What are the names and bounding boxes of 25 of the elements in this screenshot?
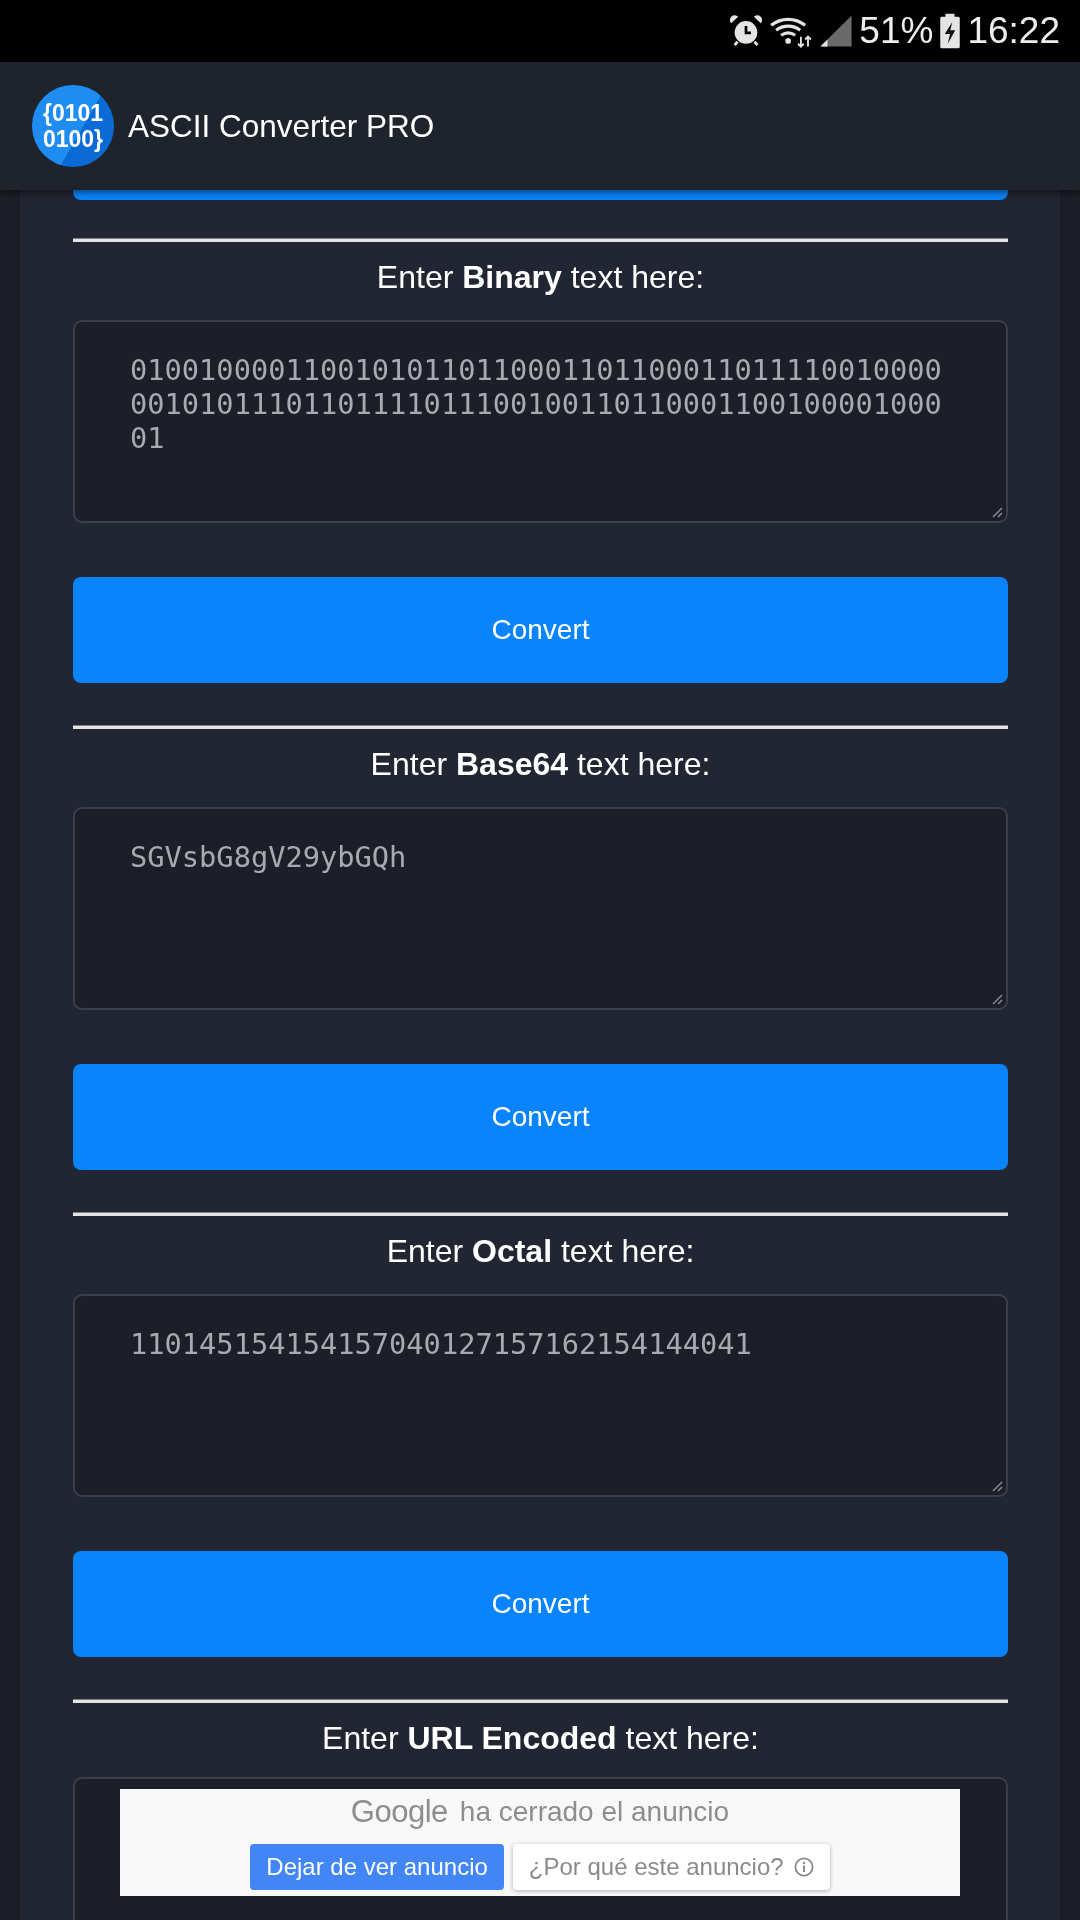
app-title: ASCII Converter PRO <box>128 107 435 145</box>
section-heading: Enter URL Encoded text here: <box>321 1719 760 1758</box>
convert-button[interactable]: Convert <box>73 1064 1008 1170</box>
battery-percentage: 51% <box>859 9 934 53</box>
text-input-field[interactable]: 110145154154157040127157162154144041 <box>73 1294 1008 1497</box>
section-heading: Enter Base64 text here: <box>369 745 712 784</box>
battery-charging-icon <box>939 13 962 49</box>
convert-button[interactable]: Convert <box>73 1551 1008 1657</box>
info-icon <box>793 1857 814 1877</box>
resize-grip-icon[interactable] <box>991 1480 1003 1492</box>
stop-ad-button[interactable]: Dejar de ver anuncio <box>250 1844 504 1890</box>
brand-name: Google <box>350 1794 448 1830</box>
clock-time: 16:22 <box>967 9 1060 53</box>
resize-grip-icon[interactable] <box>991 993 1003 1005</box>
convert-button[interactable]: Convert <box>73 577 1008 683</box>
app-logo: {0101 0100} <box>32 85 114 167</box>
ad-info-button[interactable]: ¿Por qué este anuncio? <box>512 1844 830 1890</box>
resize-grip-icon[interactable] <box>991 506 1003 518</box>
alarm-clock-icon <box>729 14 764 48</box>
text-input-field[interactable]: SGVsbG8gV29ybGQh <box>73 807 1008 1010</box>
text-input-field[interactable]: 010010000110010101101100011011000110111100100000010101110110111101110010011011000110010000100001 <box>73 320 1008 523</box>
section-heading: Enter Binary text here: <box>375 258 706 297</box>
signal-icon <box>819 14 854 48</box>
section-heading: Enter Octal text here: <box>385 1232 696 1271</box>
ad-message: ha cerrado el anuncio <box>459 1796 730 1828</box>
